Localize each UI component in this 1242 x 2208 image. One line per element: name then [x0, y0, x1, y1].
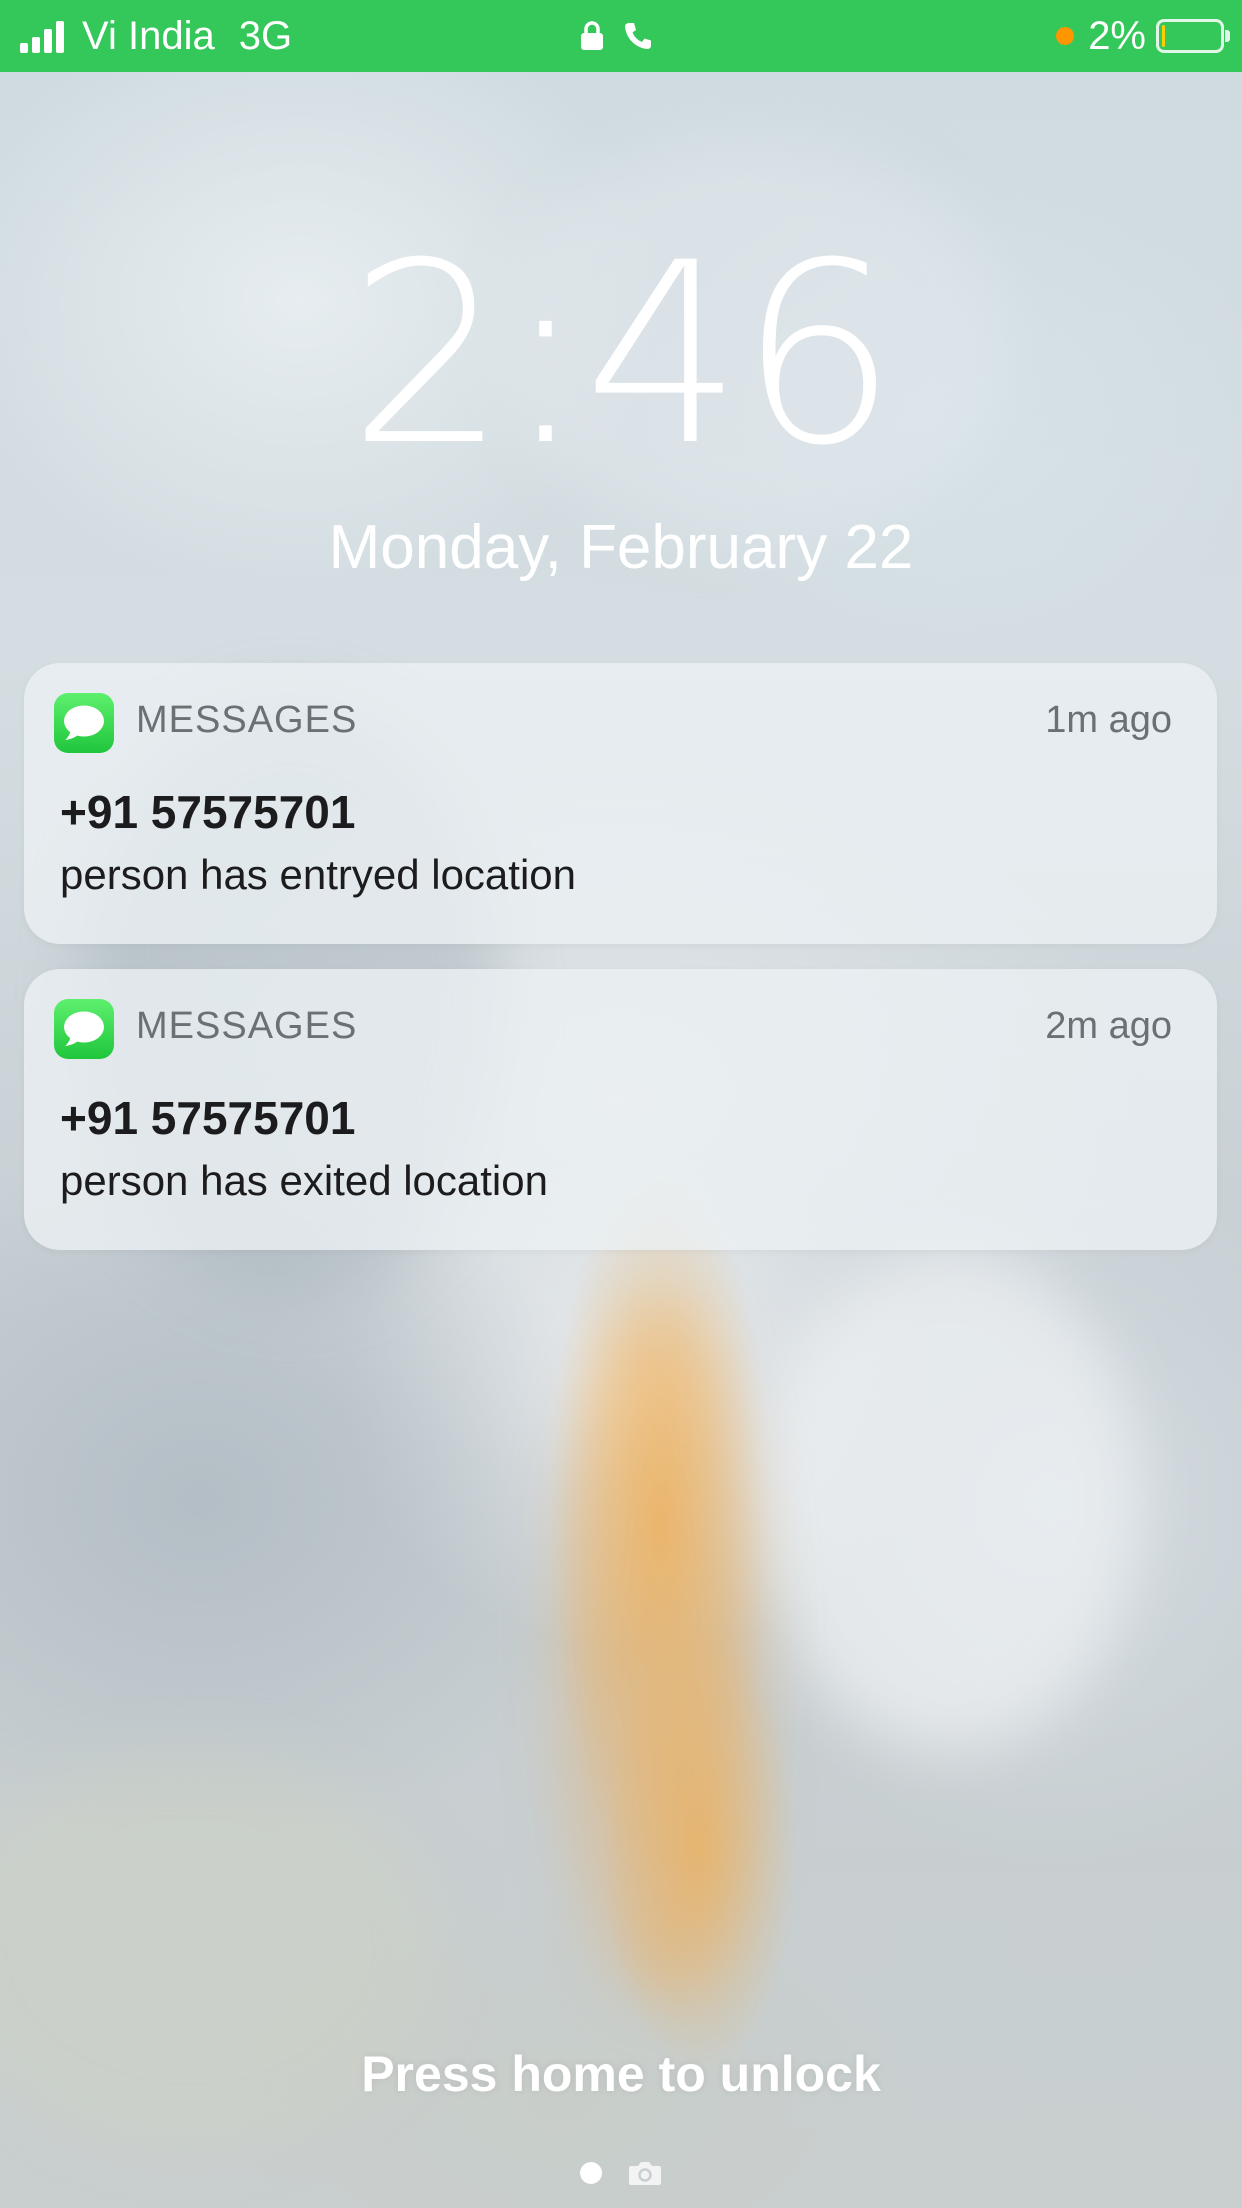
page-dot-icon[interactable] [580, 2162, 602, 2184]
wallpaper-smoke [760, 1250, 1140, 1750]
notification-card[interactable]: MESSAGES 1m ago +91 57575701 person has … [24, 663, 1217, 944]
battery-fill [1162, 25, 1165, 47]
messages-app-icon [54, 999, 114, 1059]
battery-tip [1225, 30, 1230, 42]
battery-percent: 2% [1088, 13, 1146, 58]
battery-icon [1156, 19, 1230, 53]
notification-card[interactable]: MESSAGES 2m ago +91 57575701 person has … [24, 969, 1217, 1250]
orange-dot-indicator [1056, 27, 1075, 45]
network-type: 3G [238, 13, 293, 58]
page-indicators [0, 2160, 1242, 2186]
lock-icon [581, 21, 603, 50]
phone-icon [625, 23, 651, 49]
notification-sender: +91 57575701 [60, 1092, 356, 1144]
status-bar-left: Vi India 3G [20, 0, 292, 72]
notification-app-name: MESSAGES [136, 1005, 358, 1047]
carrier-name: Vi India [82, 13, 215, 58]
notification-time: 1m ago [1045, 699, 1172, 741]
status-bar-center [580, 0, 672, 72]
status-bar: Vi India 3G 2% [0, 0, 1242, 72]
lock-screen-date: Monday, February 22 [328, 513, 914, 582]
notification-app-name: MESSAGES [136, 699, 358, 741]
wallpaper-smoke [560, 1300, 760, 2000]
notification-message: person has exited location [60, 1157, 548, 1204]
signal-bars-icon [20, 19, 68, 53]
camera-icon[interactable] [628, 2160, 662, 2186]
notification-sender: +91 57575701 [60, 786, 356, 838]
status-bar-right: 2% [1056, 0, 1230, 72]
notification-message: person has entryed location [60, 851, 576, 898]
messages-app-icon [54, 693, 114, 753]
lock-screen-time: 2:46 [348, 209, 897, 500]
press-home-to-unlock: Press home to unlock [361, 2046, 881, 2102]
notification-time: 2m ago [1045, 1005, 1172, 1047]
